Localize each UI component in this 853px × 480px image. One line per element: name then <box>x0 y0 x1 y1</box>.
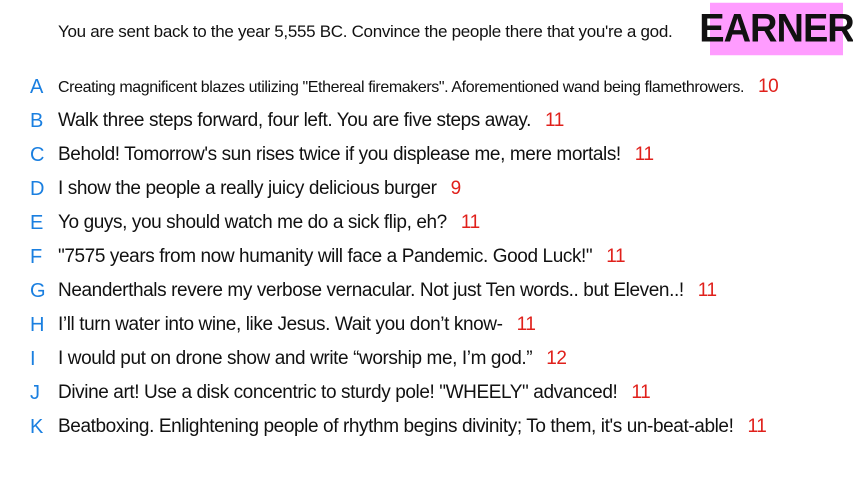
answer-letter: G <box>30 279 46 302</box>
answer-body: Divine art! Use a disk concentric to stu… <box>58 382 651 404</box>
answer-text: Creating magnificent blazes utilizing "E… <box>58 79 744 96</box>
answer-body: I show the people a really juicy delicio… <box>58 178 461 200</box>
answer-letter: D <box>30 177 45 200</box>
word-count: 12 <box>546 348 567 369</box>
answer-text: Divine art! Use a disk concentric to stu… <box>58 382 618 403</box>
answer-letter: I <box>30 347 36 370</box>
answer-text: I show the people a really juicy delicio… <box>58 178 437 199</box>
word-count: 11 <box>697 280 717 301</box>
answer-letter: K <box>30 415 44 438</box>
answer-letter: B <box>30 109 44 132</box>
word-count: 11 <box>631 382 651 403</box>
answer-text: "7575 years from now humanity will face … <box>58 246 593 267</box>
word-count: 11 <box>606 246 626 267</box>
answer-text: Beatboxing. Enlightening people of rhyth… <box>58 416 734 437</box>
answer-letter: J <box>30 381 40 404</box>
answer-letter: F <box>30 245 43 268</box>
answer-text: I’ll turn water into wine, like Jesus. W… <box>58 314 503 335</box>
answer-body: Behold! Tomorrow's sun rises twice if yo… <box>58 144 654 166</box>
answer-letter: A <box>30 75 44 98</box>
word-count: 11 <box>747 416 767 437</box>
answer-letter: C <box>30 143 45 166</box>
answer-text: Walk three steps forward, four left. You… <box>58 110 532 131</box>
answer-text: Neanderthals revere my verbose vernacula… <box>58 280 684 301</box>
answer-text: I would put on drone show and write “wor… <box>58 348 533 369</box>
prompt-text: You are sent back to the year 5,555 BC. … <box>58 22 673 41</box>
answer-text: Behold! Tomorrow's sun rises twice if yo… <box>58 144 621 165</box>
earner-badge: EARNER <box>699 2 853 56</box>
answer-body: Yo guys, you should watch me do a sick f… <box>58 212 480 234</box>
answer-body: Walk three steps forward, four left. You… <box>58 110 564 132</box>
word-count: 11 <box>516 314 536 335</box>
answer-letter: H <box>30 313 45 336</box>
answer-text: Yo guys, you should watch me do a sick f… <box>58 212 447 233</box>
answer-body: I’ll turn water into wine, like Jesus. W… <box>58 314 536 336</box>
answer-letter: E <box>30 211 44 234</box>
word-count: 11 <box>460 212 480 233</box>
answer-body: Beatboxing. Enlightening people of rhyth… <box>58 416 767 438</box>
answer-body: I would put on drone show and write “wor… <box>58 348 567 370</box>
word-count: 9 <box>450 178 462 199</box>
word-count: 11 <box>545 110 564 131</box>
answer-body: Creating magnificent blazes utilizing "E… <box>58 76 779 98</box>
word-count: 11 <box>634 144 654 165</box>
answer-body: "7575 years from now humanity will face … <box>58 246 626 268</box>
word-count: 10 <box>758 76 779 97</box>
answer-body: Neanderthals revere my verbose vernacula… <box>58 280 717 302</box>
